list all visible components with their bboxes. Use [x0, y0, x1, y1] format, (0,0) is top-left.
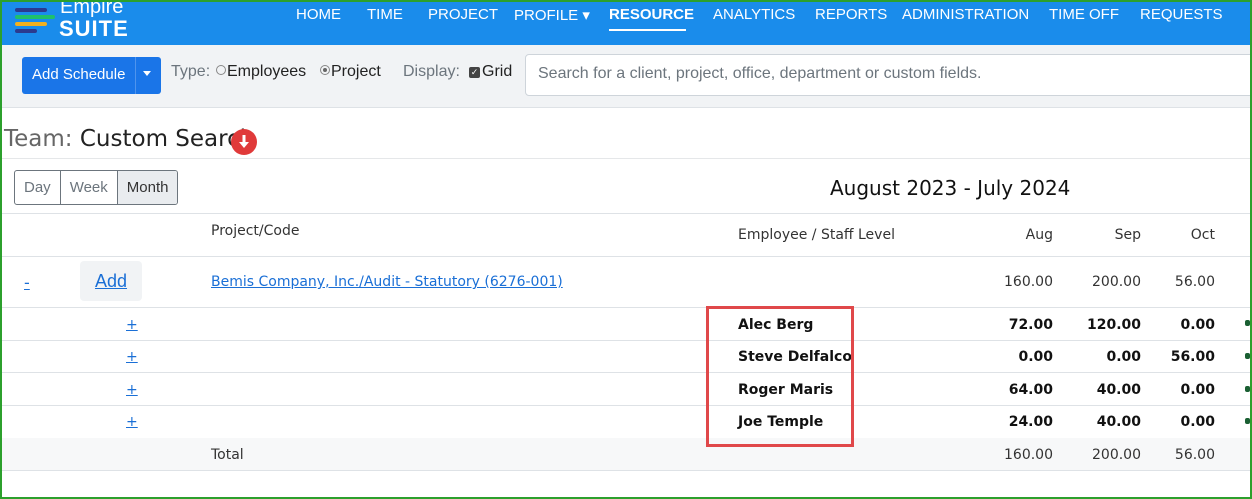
project-value-oct: 56.00	[1174, 274, 1215, 290]
logo-stripe-icon	[15, 8, 47, 12]
type-option-project[interactable]: Project	[320, 63, 381, 81]
add-schedule-label: Add Schedule	[32, 66, 126, 83]
collapse-project-button[interactable]: -	[24, 273, 30, 292]
column-header-aug: Aug	[1025, 227, 1053, 243]
hours-sep: 40.00	[1096, 382, 1141, 398]
row-divider	[2, 372, 1250, 373]
nav-project[interactable]: PROJECT	[428, 6, 498, 23]
hours-aug: 72.00	[1008, 317, 1053, 333]
radio-icon[interactable]	[216, 65, 226, 75]
divider	[2, 158, 1250, 159]
empire-suite-logo[interactable]: Empire SUITE	[12, 2, 142, 41]
total-label: Total	[211, 447, 244, 463]
hours-sep: 40.00	[1096, 414, 1141, 430]
row-divider	[2, 307, 1250, 308]
project-value-sep: 200.00	[1092, 274, 1141, 290]
employee-highlight-box	[706, 306, 854, 447]
type-option-employees-label: Employees	[227, 63, 307, 80]
row-divider	[2, 340, 1250, 341]
display-option-grid[interactable]: ✓ Grid	[469, 63, 512, 81]
nav-reports[interactable]: REPORTS	[815, 6, 887, 23]
table-header	[2, 213, 1250, 257]
nav-profile[interactable]: PROFILE ▾	[514, 6, 590, 24]
row-divider	[2, 405, 1250, 406]
add-schedule-button[interactable]: Add Schedule	[22, 57, 161, 94]
column-header-project: Project/Code	[211, 223, 300, 239]
display-option-grid-label: Grid	[482, 63, 513, 80]
hours-oct: 0.00	[1180, 382, 1215, 398]
nav-administration[interactable]: ADMINISTRATION	[902, 6, 1029, 23]
expand-row-button[interactable]: +	[126, 349, 138, 365]
view-week-button[interactable]: Week	[61, 171, 118, 204]
total-row	[2, 438, 1250, 471]
brand-line2: SUITE	[59, 16, 129, 41]
hours-aug: 64.00	[1008, 382, 1053, 398]
view-toggle-group: Day Week Month	[14, 170, 179, 205]
column-header-sep: Sep	[1114, 227, 1141, 243]
arrow-down-circle-icon[interactable]	[231, 129, 257, 155]
expand-row-button[interactable]: +	[126, 382, 138, 398]
expand-row-button[interactable]: +	[126, 317, 138, 333]
hours-sep: 120.00	[1086, 317, 1141, 333]
logo-stripe-icon	[15, 29, 37, 33]
nav-active-underline	[609, 29, 686, 31]
logo-stripe-icon	[15, 22, 47, 26]
add-employee-button[interactable]: Add	[80, 261, 142, 301]
team-value: Custom Search	[79, 126, 255, 152]
type-label: Type:	[171, 63, 211, 80]
truncated-cell-mark	[1245, 320, 1250, 326]
hours-sep: 0.00	[1106, 349, 1141, 365]
logo-stripe-icon	[15, 15, 55, 19]
hours-oct: 0.00	[1180, 414, 1215, 430]
display-label: Display:	[403, 63, 460, 80]
date-range-title: August 2023 - July 2024	[830, 176, 1071, 200]
top-nav-bar: Empire SUITE HOME TIME PROJECT PROFILE ▾…	[2, 2, 1250, 45]
total-aug: 160.00	[1004, 447, 1053, 463]
project-link[interactable]: Bemis Company, Inc./Audit - Statutory (6…	[211, 274, 563, 290]
chevron-down-icon[interactable]	[143, 71, 151, 76]
nav-requests[interactable]: REQUESTS	[1140, 6, 1223, 23]
nav-time[interactable]: TIME	[367, 6, 403, 23]
view-day-button[interactable]: Day	[15, 171, 61, 204]
truncated-cell-mark	[1245, 386, 1250, 392]
button-divider	[135, 57, 136, 94]
radio-selected-icon[interactable]	[320, 65, 330, 75]
hours-oct: 0.00	[1180, 317, 1215, 333]
type-option-project-label: Project	[331, 63, 381, 80]
total-sep: 200.00	[1092, 447, 1141, 463]
total-oct: 56.00	[1174, 447, 1215, 463]
nav-resource[interactable]: RESOURCE	[609, 6, 694, 23]
expand-row-button[interactable]: +	[126, 414, 138, 430]
type-option-employees[interactable]: Employees	[216, 63, 306, 81]
truncated-cell-mark	[1245, 353, 1250, 359]
schedule-toolbar: Add Schedule Type: Employees Project Dis…	[2, 45, 1252, 108]
hours-aug: 24.00	[1008, 414, 1053, 430]
nav-analytics[interactable]: ANALYTICS	[713, 6, 795, 23]
truncated-cell-mark	[1245, 418, 1250, 424]
hours-oct: 56.00	[1170, 349, 1215, 365]
team-label: Team:	[4, 126, 73, 152]
checkbox-checked-icon[interactable]: ✓	[469, 67, 480, 78]
column-header-employee: Employee / Staff Level	[738, 227, 895, 243]
view-month-button[interactable]: Month	[117, 171, 178, 204]
nav-home[interactable]: HOME	[296, 6, 341, 23]
nav-time-off[interactable]: TIME OFF	[1049, 6, 1119, 23]
project-value-aug: 160.00	[1004, 274, 1053, 290]
column-header-oct: Oct	[1190, 227, 1215, 243]
hours-aug: 0.00	[1018, 349, 1053, 365]
search-input[interactable]: Search for a client, project, office, de…	[525, 54, 1252, 96]
team-heading: Team: Custom Search	[4, 126, 254, 152]
